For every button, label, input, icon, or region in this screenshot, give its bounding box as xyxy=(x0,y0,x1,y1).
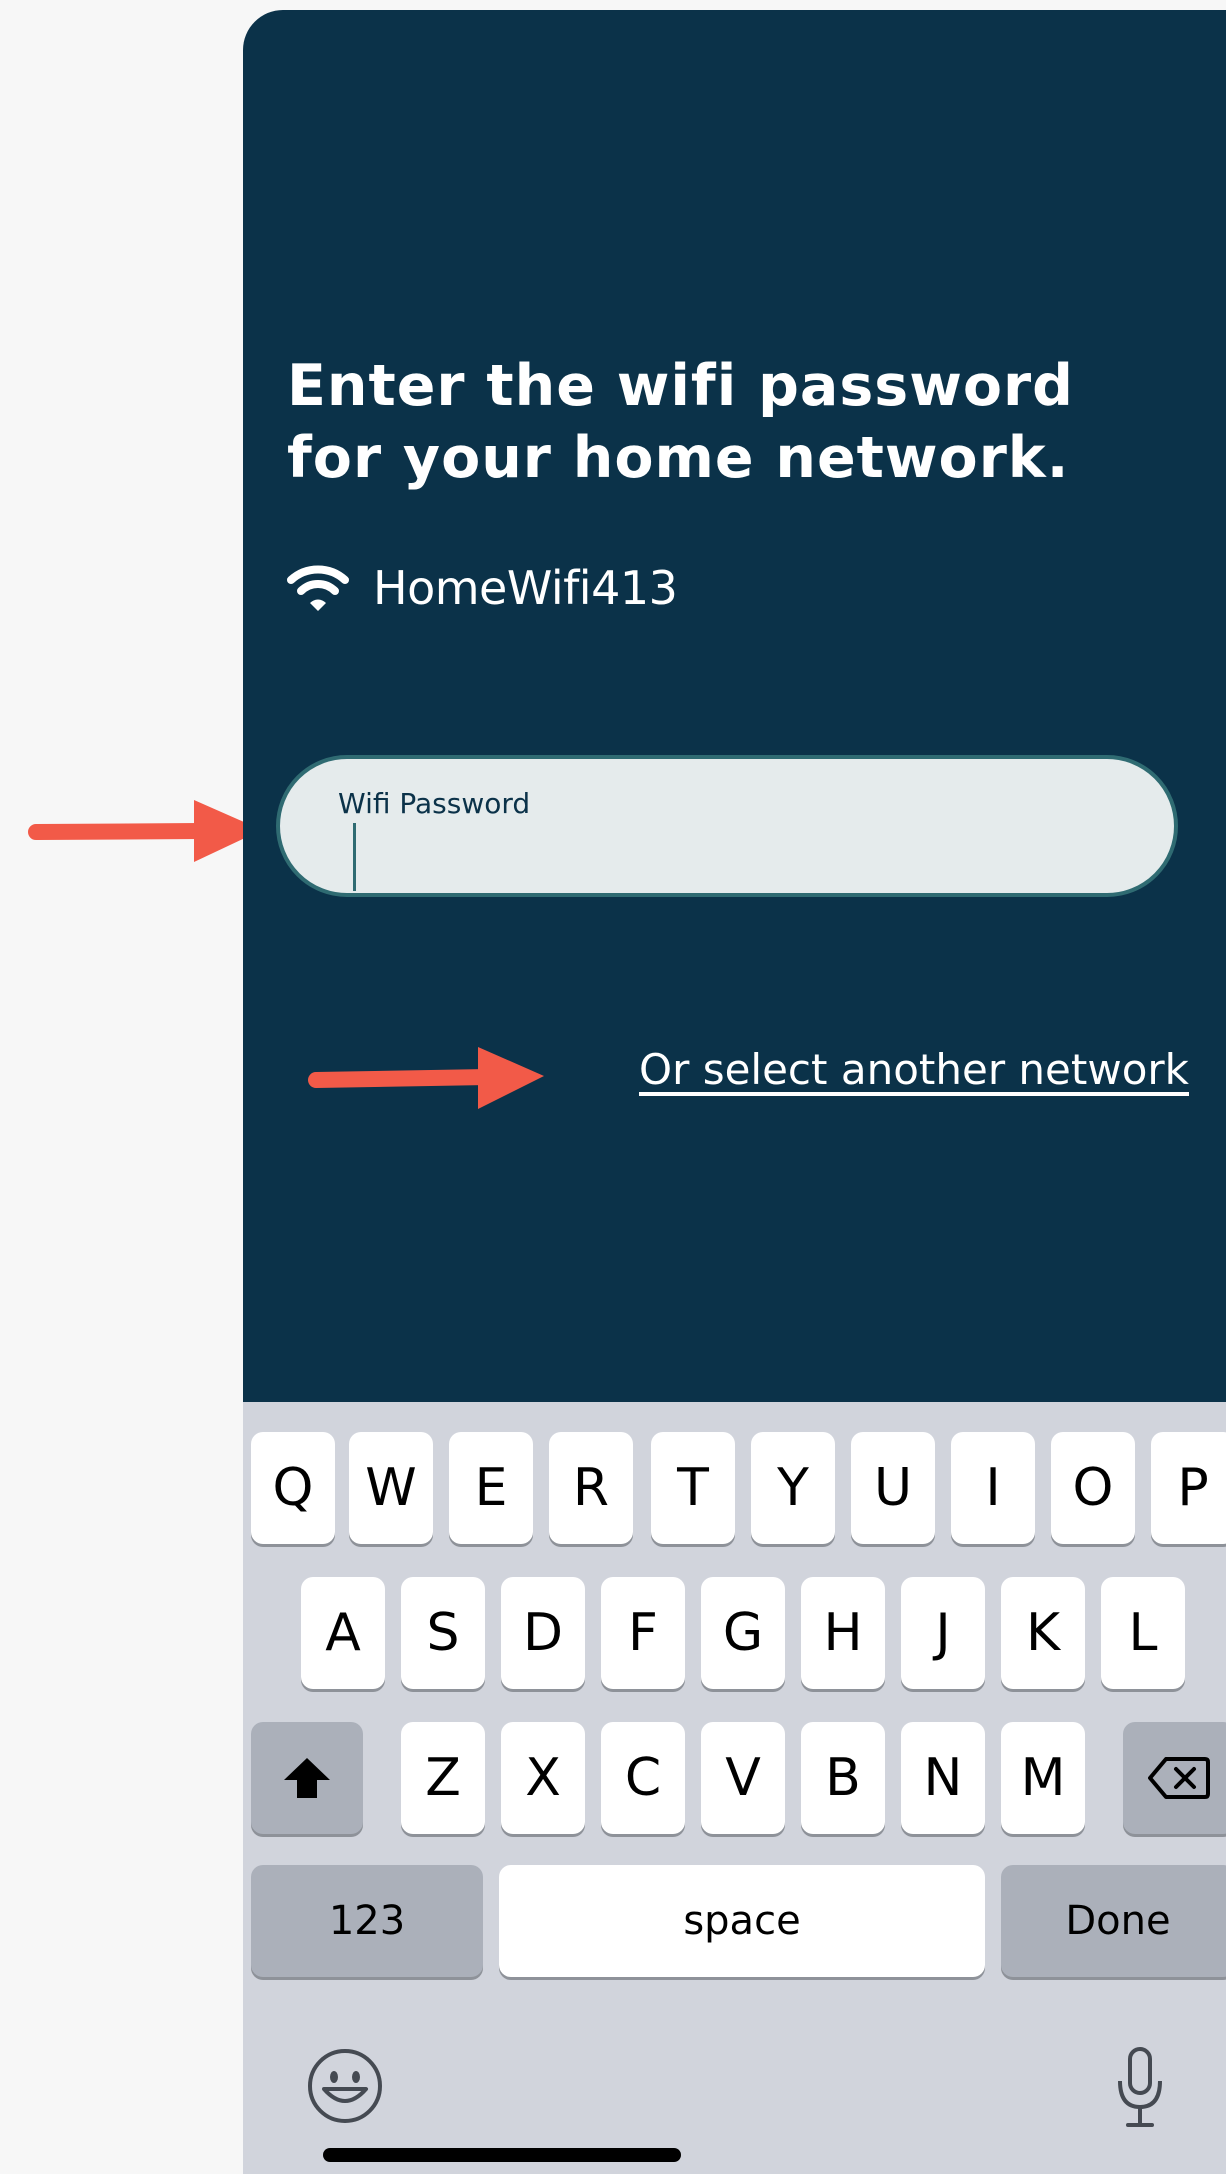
key-q[interactable]: Q xyxy=(251,1432,335,1544)
key-u[interactable]: U xyxy=(851,1432,935,1544)
key-w[interactable]: W xyxy=(349,1432,433,1544)
done-key[interactable]: Done xyxy=(1001,1865,1226,1977)
key-s[interactable]: S xyxy=(401,1577,485,1689)
wifi-password-field[interactable]: Wifi Password xyxy=(276,755,1178,897)
wifi-password-label: Wifi Password xyxy=(338,787,531,820)
backspace-icon xyxy=(1148,1757,1210,1799)
home-indicator[interactable] xyxy=(323,2148,681,2162)
key-y[interactable]: Y xyxy=(751,1432,835,1544)
wifi-icon xyxy=(287,565,349,611)
shift-key[interactable] xyxy=(251,1722,363,1834)
key-c[interactable]: C xyxy=(601,1722,685,1834)
backspace-key[interactable] xyxy=(1123,1722,1226,1834)
annotation-arrow-link-icon xyxy=(308,1047,544,1109)
key-r[interactable]: R xyxy=(549,1432,633,1544)
key-d[interactable]: D xyxy=(501,1577,585,1689)
key-i[interactable]: I xyxy=(951,1432,1035,1544)
key-k[interactable]: K xyxy=(1001,1577,1085,1689)
onscreen-keyboard: Q W E R T Y U I O P A S D F G H J K L Z … xyxy=(243,1402,1226,2174)
key-n[interactable]: N xyxy=(901,1722,985,1834)
key-z[interactable]: Z xyxy=(401,1722,485,1834)
text-caret xyxy=(353,823,356,891)
key-h[interactable]: H xyxy=(801,1577,885,1689)
key-t[interactable]: T xyxy=(651,1432,735,1544)
key-f[interactable]: F xyxy=(601,1577,685,1689)
key-g[interactable]: G xyxy=(701,1577,785,1689)
key-l[interactable]: L xyxy=(1101,1577,1185,1689)
microphone-icon[interactable] xyxy=(1115,2047,1165,2129)
current-network: HomeWifi413 xyxy=(287,548,678,628)
key-b[interactable]: B xyxy=(801,1722,885,1834)
key-o[interactable]: O xyxy=(1051,1432,1135,1544)
space-key[interactable]: space xyxy=(499,1865,985,1977)
page-title: Enter the wifi password for your home ne… xyxy=(287,353,1074,491)
key-m[interactable]: M xyxy=(1001,1722,1085,1834)
emoji-icon[interactable] xyxy=(306,2047,384,2125)
numbers-key[interactable]: 123 xyxy=(251,1865,483,1977)
select-another-network-link[interactable]: Or select another network xyxy=(639,1045,1189,1094)
key-x[interactable]: X xyxy=(501,1722,585,1834)
wifi-password-input[interactable] xyxy=(360,823,1124,893)
key-p[interactable]: P xyxy=(1151,1432,1226,1544)
key-e[interactable]: E xyxy=(449,1432,533,1544)
shift-icon xyxy=(284,1758,330,1798)
annotation-arrow-password-icon xyxy=(28,800,262,862)
network-name: HomeWifi413 xyxy=(373,561,678,615)
key-a[interactable]: A xyxy=(301,1577,385,1689)
key-v[interactable]: V xyxy=(701,1722,785,1834)
phone-screen: Enter the wifi password for your home ne… xyxy=(243,10,1226,2174)
key-j[interactable]: J xyxy=(901,1577,985,1689)
